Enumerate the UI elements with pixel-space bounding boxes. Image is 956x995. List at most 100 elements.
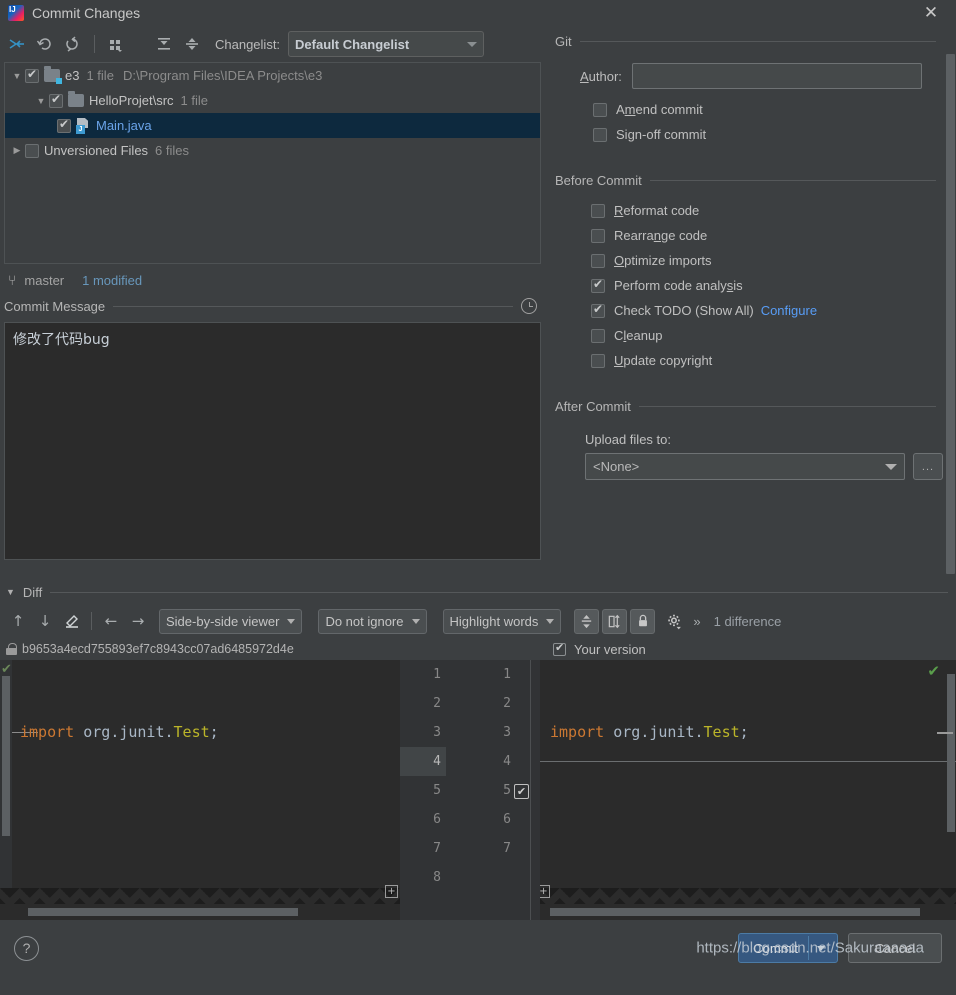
history-clock-icon[interactable] [521,298,537,314]
arrow-right-icon[interactable]: → [126,609,150,633]
changes-toolbar: Changelist: Default Changelist [0,26,545,62]
amend-commit-checkbox[interactable]: Amend commit [593,97,956,122]
line-number: 2 [503,696,511,711]
branch-icon: ⑂ [8,272,17,288]
arrow-down-icon[interactable]: ↓ [33,609,57,633]
left-code-content: import org.junit.Test; public class Main… [12,660,400,920]
table-row[interactable]: ▼ e3 1 file D:\Program Files\IDEA Projec… [5,63,540,88]
after-commit-header: After Commit [555,399,956,414]
diff-left-editor[interactable]: ✔ import org.junit.Test; public class Ma… [0,660,400,920]
ignore-mode-dropdown[interactable]: Do not ignore [318,608,427,634]
row-checkbox[interactable] [57,117,71,133]
diff-right-header: Your version [545,641,956,657]
pencil-icon[interactable] [60,609,84,633]
accept-change-icon[interactable]: ✔ [514,784,529,799]
show-diff-icon[interactable] [4,31,30,57]
commit-button[interactable]: Commit [738,933,838,963]
viewer-mode-dropdown[interactable]: Side-by-side viewer [159,608,303,634]
options-scrollbar[interactable] [945,26,956,574]
lock-icon [6,643,17,655]
author-field[interactable] [631,63,922,89]
expand-fold-icon[interactable]: + [540,885,550,898]
twisty-icon[interactable]: ▶ [9,145,25,156]
right-line-numbers: 1 2 3 4 5 6 7 [470,660,516,863]
diff-twisty-icon[interactable]: ▼ [6,587,15,597]
checkbox-box[interactable] [591,203,605,218]
expand-fold-icon[interactable]: + [385,885,398,898]
line-number: 4 [503,754,511,769]
code-line: import org.junit.Test; [550,723,749,741]
scrollbar-thumb[interactable] [28,908,298,916]
collapse-lines-icon[interactable] [574,608,600,634]
optimize-imports-checkbox[interactable]: Optimize imports [591,248,956,273]
row-name: HelloProjet\src [89,93,174,108]
highlight-mode-dropdown[interactable]: Highlight words [442,608,562,634]
dialog-footer: ? Commit Cancel https://blog.csdn.net/Sa… [0,920,956,976]
right-horizontal-scrollbar[interactable] [540,904,956,920]
table-row[interactable]: Main.java [5,113,540,138]
collapse-all-icon[interactable] [179,31,205,57]
left-horizontal-scrollbar[interactable] [0,904,400,920]
configure-link[interactable]: Configure [761,303,817,318]
perform-code-analysis-checkbox[interactable]: Perform code analysis [591,273,956,298]
close-icon[interactable]: ✕ [920,2,942,24]
expand-all-icon[interactable] [151,31,177,57]
gear-icon[interactable] [662,609,686,633]
cleanup-checkbox[interactable]: Cleanup [591,323,956,348]
upload-target-dropdown[interactable]: <None> [585,453,905,480]
checkbox-box[interactable] [591,328,605,343]
your-version-label: Your version [574,641,646,657]
line-number: 6 [433,812,441,827]
refresh-icon[interactable] [60,31,86,57]
update-copyright-checkbox[interactable]: Update copyright [591,348,956,373]
group-by-icon[interactable] [103,31,129,57]
changelist-value: Default Changelist [295,36,410,52]
checkbox-box[interactable] [591,253,605,268]
commit-message-input[interactable]: 修改了代码bug [4,322,541,560]
java-file-icon [76,118,91,134]
twisty-icon[interactable]: ▼ [9,71,25,81]
your-version-checkbox[interactable] [553,641,566,656]
revert-icon[interactable] [32,31,58,57]
commit-message-header: Commit Message [0,294,545,318]
chevron-double-right-icon[interactable]: » [689,614,704,629]
sign-off-commit-checkbox[interactable]: Sign-off commit [593,122,956,147]
rearrange-code-checkbox[interactable]: Rearrange code [591,223,956,248]
checkbox-box[interactable] [591,228,605,243]
row-checkbox[interactable] [25,143,39,158]
diff-code-area: ✔ import org.junit.Test; public class Ma… [0,660,956,920]
checkbox-box[interactable] [591,353,605,368]
help-button[interactable]: ? [14,935,39,961]
checkbox-box[interactable] [591,302,605,318]
arrow-left-icon[interactable]: ← [99,609,123,633]
changelist-dropdown[interactable]: Default Changelist [288,31,485,57]
table-row[interactable]: ▶ Unversioned Files 6 files [5,138,540,163]
reformat-code-checkbox[interactable]: Reformat code [591,198,956,223]
line-number: 2 [433,696,441,711]
browse-button[interactable]: ... [913,453,943,480]
commit-button-label: Commit [753,940,798,956]
scrollbar-thumb[interactable] [946,54,955,574]
row-checkbox[interactable] [49,92,63,108]
twisty-icon[interactable]: ▼ [33,96,49,106]
checkbox-box[interactable] [591,277,605,293]
scrollbar-thumb[interactable] [2,676,10,836]
cancel-button[interactable]: Cancel [848,933,942,963]
lock-icon[interactable] [630,608,656,634]
check-todo-checkbox[interactable]: Check TODO (Show All) Configure [591,298,956,323]
scrollbar-thumb[interactable] [550,908,920,916]
diff-right-editor[interactable]: import org.junit.Test; public class Main… [540,660,956,920]
checkbox-box[interactable] [593,102,607,117]
left-change-marker-bar[interactable] [0,660,12,920]
row-checkbox[interactable] [25,67,39,83]
checkbox-box[interactable] [593,127,607,142]
toolbar-divider [91,612,92,630]
sync-scroll-icon[interactable] [602,608,628,634]
table-row[interactable]: ▼ HelloProjet\src 1 file [5,88,540,113]
diff-line-number-gutter: 1 2 3 4 5 6 7 8 1 2 3 4 5 6 7 ✔ [400,660,540,920]
chevron-down-icon[interactable] [817,945,825,951]
arrow-up-icon[interactable]: ↑ [6,609,30,633]
line-number: 8 [433,870,441,885]
changes-tree[interactable]: ▼ e3 1 file D:\Program Files\IDEA Projec… [4,62,541,264]
right-marker-scrollbar[interactable] [947,674,955,832]
